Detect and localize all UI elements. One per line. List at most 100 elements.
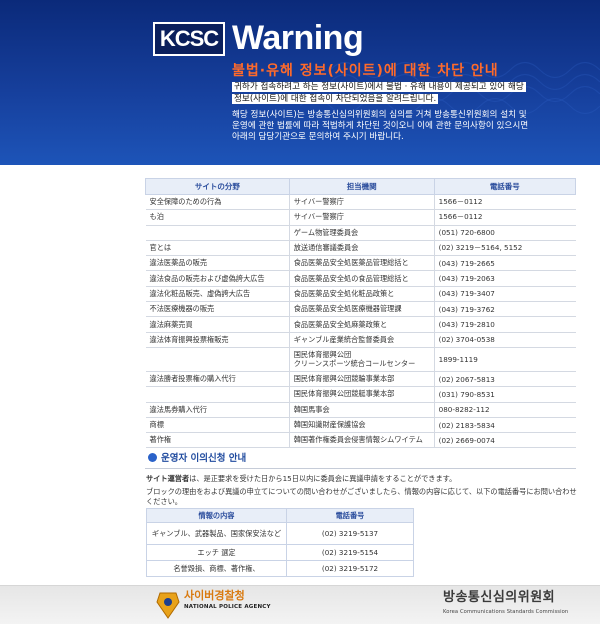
- site-field-cell: [145, 347, 290, 372]
- operator-appeal-heading: 운영자 이의신청 안내: [148, 452, 246, 466]
- agency-cell: 食品医薬品安全処麻薬政策と: [288, 316, 435, 333]
- site-field-cell: 安全保障のための行為: [145, 194, 290, 211]
- agency-cell: 食品医薬品安全処医療機器管理課: [288, 301, 435, 318]
- site-field-cell: [145, 225, 290, 241]
- site-field-cell: 違法化粧品販売、虚偽誇大広告: [145, 286, 290, 303]
- phone-cell: (02) 2183-5834: [433, 417, 576, 434]
- header-phone: 電話番号: [433, 178, 577, 195]
- table-header-row: 情報の内容 電話番号: [146, 508, 414, 523]
- site-field-cell: 違法食品の販売および虚偽誇大広告: [145, 270, 290, 287]
- phone-cell: (031) 790-8531: [433, 386, 576, 403]
- agency-cell: ギャンブル産業統合監督委員会: [288, 332, 435, 348]
- site-field-cell: 違法麻薬売買: [145, 316, 290, 333]
- site-field-cell: 違法勝者投票権の購入代行: [145, 371, 290, 388]
- notice-line-3: 해당 정보(사이트)는 방송통신심의위원회의 심의를 거쳐 방송통신위원회의 설…: [232, 110, 527, 120]
- kcsc-korean-name: 방송통신심의위원회: [443, 590, 556, 605]
- header-info-content: 情報の内容: [146, 508, 287, 523]
- operator-appeal-text: サイト運営者は、是正要求を受けた日から15日以内に委員会に異議申請をすることがで…: [146, 474, 457, 483]
- table-row: 違法馬券購入代行 韓国馬事会 080-8282-112: [145, 402, 576, 418]
- operator-inquiry-text: ブロックの理由をおよび異議の申立てについての問い合わせがございましたら、情報の内…: [146, 487, 577, 506]
- table-row: 著作権 韓国著作権委員会侵害情報シムワイテム (02) 2669-0074: [145, 432, 576, 449]
- header-phone: 電話番号: [286, 508, 414, 523]
- header-site-field: サイトの分野: [145, 178, 290, 195]
- notice-line-2: 정보(사이트)에 대한 접속이 차단되었음을 알려드립니다.: [232, 94, 439, 104]
- table-row: 官とは 放送通信審議委員会 (02) 3219－5164, 5152: [145, 240, 576, 257]
- table-row: 違法医薬品の販売 食品医薬品安全処医薬品管理総括と (043) 719-2665: [145, 255, 576, 272]
- kcsc-logo: KCSC: [153, 22, 225, 56]
- phone-cell: (043) 719-3762: [433, 301, 576, 318]
- agency-cell: 国民体育振興公団競輪事業本部: [288, 371, 435, 388]
- phone-cell: 080-8282-112: [433, 402, 576, 418]
- phone-cell: (043) 719-3407: [433, 286, 576, 303]
- site-field-cell: も泊: [145, 209, 290, 226]
- police-english-name: NATIONAL POLICE AGENCY: [184, 604, 271, 610]
- site-field-cell: 違法医薬品の販売: [145, 255, 290, 272]
- site-field-cell: 著作権: [145, 432, 290, 449]
- agency-cell: サイバー警察庁: [288, 209, 435, 226]
- phone-cell: (02) 3219－5164, 5152: [433, 240, 576, 257]
- agency-cell: 国民体育振興公団 クリーンスポーツ統合コールセンター: [288, 347, 435, 372]
- phone-cell: (02) 3219-5137: [286, 522, 414, 545]
- info-content-cell: 名誉毀損、商標、著作権、: [146, 560, 287, 577]
- table-row: も泊 サイバー警察庁 1566－0112: [145, 209, 576, 226]
- phone-cell: 1566－0112: [433, 194, 576, 211]
- table-row: 違法化粧品販売、虚偽誇大広告 食品医薬品安全処化粧品政策と (043) 719-34…: [145, 286, 576, 303]
- site-field-cell: 違法体育振興投票権販売: [145, 332, 290, 348]
- table-row: 不法医療機器の販売 食品医薬品安全処医療機器管理課 (043) 719-3762: [145, 301, 576, 318]
- phone-cell: (02) 2669-0074: [433, 432, 576, 449]
- cyber-police-name: 사이버경찰청: [184, 589, 245, 602]
- info-content-cell: ギャンブル、武器製品、国家保安法など: [146, 522, 287, 545]
- warning-heading: Warning: [232, 19, 364, 57]
- phone-cell: (02) 2067-5813: [433, 371, 576, 388]
- agency-cell: 韓国馬事会: [288, 402, 435, 418]
- operator-contact-table: 情報の内容 電話番号 ギャンブル、武器製品、国家保安法など (02) 3219-5…: [146, 508, 414, 577]
- bullet-icon: [148, 453, 157, 462]
- table-row: 名誉毀損、商標、著作権、 (02) 3219-5172: [146, 560, 414, 577]
- table-row: エッチ 選定 (02) 3219-5154: [146, 544, 414, 561]
- warning-banner: KCSC Warning 불법·유해 정보(사이트)에 대한 차단 안내 귀하가…: [0, 0, 600, 165]
- table-row: 国民体育振興公団 クリーンスポーツ統合コールセンター 1899-1119: [145, 347, 576, 372]
- agency-cell: サイバー警察庁: [288, 194, 435, 211]
- divider: [145, 468, 576, 469]
- phone-cell: (051) 720-6800: [433, 225, 576, 241]
- info-content-cell: エッチ 選定: [146, 544, 287, 561]
- agency-cell: 韓国著作権委員会侵害情報シムワイテム: [288, 432, 435, 449]
- site-field-cell: [145, 386, 290, 403]
- agency-cell: 食品医薬品安全処化粧品政策と: [288, 286, 435, 303]
- table-row: 違法勝者投票権の購入代行 国民体育振興公団競輪事業本部 (02) 2067-5813: [145, 371, 576, 388]
- table-row: 安全保障のための行為 サイバー警察庁 1566－0112: [145, 194, 576, 211]
- phone-cell: (043) 719-2063: [433, 270, 576, 287]
- agency-cell: 国民体育振興公団競艇事業本部: [288, 386, 435, 403]
- notice-line-4: 운영에 관한 법률에 따라 적법하게 차단된 것이오니 이에 관한 문의사항이 …: [232, 121, 529, 131]
- agency-cell: 韓国知識財産保護協会: [288, 417, 435, 434]
- notice-line-1: 귀하가 접속하려고 하는 정보(사이트)에서 불법 · 유해 내용이 제공되고 …: [232, 82, 526, 92]
- contact-table: サイトの分野 担当機関 電話番号 安全保障のための行為 サイバー警察庁 1566－0…: [145, 178, 577, 449]
- footer: 사이버경찰청 NATIONAL POLICE AGENCY 방송통신심의위원회 …: [0, 585, 600, 624]
- phone-cell: 1566－0112: [433, 209, 576, 226]
- phone-cell: (043) 719-2665: [433, 255, 576, 272]
- table-row: ゲーム物管理委員会 (051) 720-6800: [145, 225, 576, 241]
- header-agency: 担当機関: [288, 178, 435, 195]
- table-row: 商標 韓国知識財産保護協会 (02) 2183-5834: [145, 417, 576, 434]
- phone-cell: (02) 3219-5154: [286, 544, 414, 561]
- agency-cell: 食品医薬品安全処の食品管理総括と: [288, 270, 435, 287]
- table-row: 国民体育振興公団競艇事業本部 (031) 790-8531: [145, 386, 576, 403]
- site-field-cell: 商標: [145, 417, 290, 434]
- table-row: 違法食品の販売および虚偽誇大広告 食品医薬品安全処の食品管理総括と (043) 71…: [145, 270, 576, 287]
- phone-cell: (02) 3704-0538: [433, 332, 576, 348]
- phone-cell: 1899-1119: [433, 347, 576, 372]
- table-row: 違法体育振興投票権販売 ギャンブル産業統合監督委員会 (02) 3704-0538: [145, 332, 576, 348]
- notice-line-5: 아래의 담당기관으로 문의하여 주시기 바랍니다.: [232, 132, 404, 142]
- phone-cell: (02) 3219-5172: [286, 560, 414, 577]
- agency-cell: 放送通信審議委員会: [288, 240, 435, 257]
- kcsc-english-name: Korea Communications Standards Commissio…: [443, 609, 569, 615]
- table-row: 違法麻薬売買 食品医薬品安全処麻薬政策と (043) 719-2810: [145, 316, 576, 333]
- agency-cell: ゲーム物管理委員会: [288, 225, 435, 241]
- table-header-row: サイトの分野 担当機関 電話番号: [145, 178, 577, 195]
- site-field-cell: 官とは: [145, 240, 290, 257]
- site-field-cell: 違法馬券購入代行: [145, 402, 290, 418]
- agency-cell: 食品医薬品安全処医薬品管理総括と: [288, 255, 435, 272]
- site-field-cell: 不法医療機器の販売: [145, 301, 290, 318]
- block-notice-title: 불법·유해 정보(사이트)에 대한 차단 안내: [232, 63, 499, 79]
- phone-cell: (043) 719-2810: [433, 316, 576, 333]
